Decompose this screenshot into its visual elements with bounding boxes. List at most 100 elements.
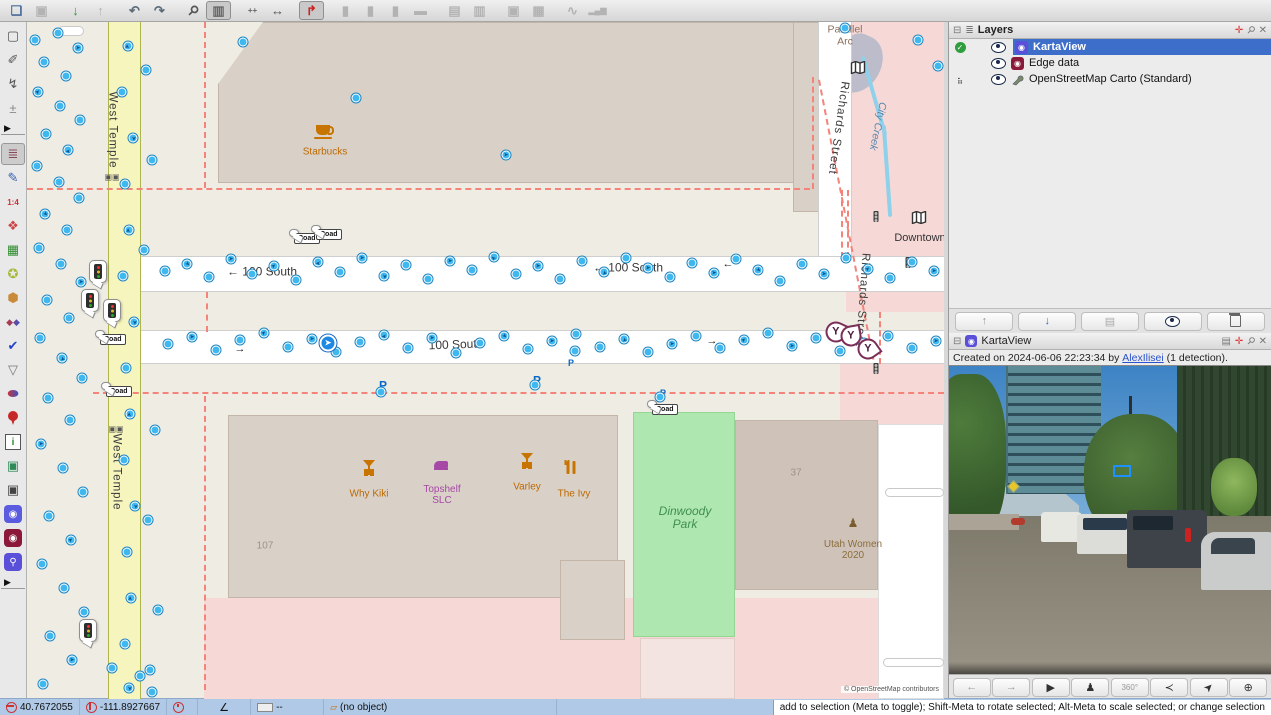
info-button[interactable]: i [1, 431, 25, 453]
photo-marker[interactable] [239, 38, 248, 47]
copy-image-icon[interactable]: ▤ [1221, 336, 1230, 347]
cluster-tool[interactable]: ⬢ [1, 287, 25, 309]
pin-icon[interactable]: ⚲ [1244, 24, 1257, 37]
layer-row-osm-carto[interactable]: ⣦ OpenStreetMap Carto (Standard) [949, 71, 1271, 87]
photo-marker[interactable] [841, 24, 850, 33]
photo-marker[interactable]: ➤ [68, 656, 77, 665]
photo-marker[interactable] [836, 347, 845, 356]
photo-marker[interactable] [842, 254, 851, 263]
photo-marker[interactable] [122, 364, 131, 373]
photo-marker[interactable]: ➤ [788, 342, 797, 351]
open-file-button[interactable]: ❏ [4, 1, 29, 20]
photo-marker[interactable] [60, 584, 69, 593]
terrace-tool-1-button[interactable]: ▮ [333, 1, 358, 20]
photo-marker[interactable] [644, 348, 653, 357]
notes-tool[interactable] [1, 407, 25, 429]
photo-marker[interactable]: ➤ [620, 335, 629, 344]
pegman-button[interactable]: ♟ [1071, 678, 1109, 697]
photo-marker[interactable] [148, 688, 157, 697]
terrace-tool-2-button[interactable]: ▮ [358, 1, 383, 20]
photo-marker[interactable] [468, 266, 477, 275]
photo-marker[interactable]: ➤ [754, 266, 763, 275]
map-canvas[interactable]: © OpenStreetMap contributors ← 100 South… [27, 22, 944, 699]
photo-marker[interactable] [66, 416, 75, 425]
photo-marker[interactable]: ➤ [125, 226, 134, 235]
angle-snap-button[interactable]: ↱ [299, 1, 324, 20]
sidebar-expander-bottom[interactable]: ▶ [1, 575, 25, 589]
photo-marker[interactable] [571, 347, 580, 356]
close-icon[interactable]: ✕ [1259, 25, 1267, 36]
parallel-way-tool[interactable]: ≣ [1, 143, 25, 165]
photo-marker[interactable]: ➤ [227, 255, 236, 264]
photo-info-button[interactable]: ▣ [1, 455, 25, 477]
road-bubble-marker[interactable]: Road [311, 225, 321, 233]
draw-node-tool[interactable]: ✐ [1, 49, 25, 71]
photo-marker[interactable] [908, 258, 917, 267]
download-data-button[interactable]: ↓ [63, 1, 88, 20]
photo-marker[interactable]: ➤ [34, 88, 43, 97]
sidebar-expander-top[interactable]: ▶ [1, 121, 25, 135]
filter-tool[interactable]: ▽ [1, 359, 25, 381]
photo-marker[interactable]: ➤ [41, 210, 50, 219]
upload-data-button[interactable]: ↑ [88, 1, 113, 20]
photo-marker[interactable] [776, 277, 785, 286]
photo-marker[interactable]: ➤ [131, 502, 140, 511]
paint-style-tool[interactable]: ⬬ [1, 383, 25, 405]
building-tool-button[interactable]: ▬ [408, 1, 433, 20]
share-button[interactable]: ≺ [1150, 678, 1188, 697]
photo-marker[interactable]: ➤ [864, 265, 873, 274]
detach-icon[interactable]: ✛ [1235, 336, 1243, 347]
photo-marker[interactable]: ➤ [380, 331, 389, 340]
zoom-mode-tool[interactable]: ± [1, 97, 25, 119]
photo-marker[interactable] [205, 273, 214, 282]
photo-marker[interactable]: ➤ [534, 262, 543, 271]
photo-marker[interactable]: ➤ [64, 146, 73, 155]
photo-marker[interactable]: ➤ [130, 318, 139, 327]
photo-marker[interactable] [44, 394, 53, 403]
photo-marker[interactable] [142, 66, 151, 75]
photo-marker[interactable] [284, 343, 293, 352]
photo-marker[interactable]: ➤ [124, 42, 133, 51]
photo-marker[interactable]: ➤ [930, 267, 939, 276]
photo-marker[interactable]: ➤ [67, 536, 76, 545]
photo-marker[interactable] [402, 261, 411, 270]
road-bubble-marker[interactable]: Road [95, 330, 105, 338]
photo-marker[interactable]: ➤ [446, 257, 455, 266]
kartaview-detections-button[interactable]: ◉ [1, 527, 25, 549]
photo-marker[interactable] [352, 94, 361, 103]
layer-row-kartaview[interactable]: ✓ ◉ KartaView [949, 39, 1271, 55]
photo-marker[interactable] [62, 72, 71, 81]
play-sequence-button[interactable]: ▶ [1032, 678, 1070, 697]
visibility-eye-icon[interactable] [991, 42, 1006, 53]
photo-marker[interactable] [556, 275, 565, 284]
open-web-button[interactable]: ⊕ [1229, 678, 1267, 697]
detach-icon[interactable]: ✛ [1235, 25, 1243, 36]
photo-marker[interactable]: ➤ [314, 258, 323, 267]
photo-marker[interactable] [78, 374, 87, 383]
photo-marker[interactable] [79, 488, 88, 497]
photo-marker[interactable] [914, 36, 923, 45]
photo-marker[interactable] [812, 334, 821, 343]
preferences-button[interactable]: ▥ [206, 1, 231, 20]
photo-marker[interactable] [35, 244, 44, 253]
photo-marker[interactable]: ➤ [270, 262, 279, 271]
photo-marker[interactable] [75, 194, 84, 203]
photo-marker[interactable] [136, 672, 145, 681]
kartaview-button[interactable]: ⚲ [1, 551, 25, 573]
nodes-diamond-tool[interactable]: ◆◆ [1, 311, 25, 333]
photo-marker[interactable] [886, 274, 895, 283]
photo-marker[interactable] [65, 314, 74, 323]
photo-marker[interactable] [622, 254, 631, 263]
comment-tool[interactable]: ✪ [1, 263, 25, 285]
photo-marker[interactable]: ➤ [58, 354, 67, 363]
photo-marker[interactable]: ➤ [37, 440, 46, 449]
photo-marker[interactable] [404, 344, 413, 353]
photo-marker[interactable]: ➤ [188, 333, 197, 342]
photo-marker[interactable] [666, 273, 675, 282]
histogram-tool-button[interactable]: ▂▄▆ [585, 1, 610, 20]
collapse-icon[interactable]: ⊟ [953, 25, 961, 36]
layer-row-edge-data[interactable]: ◉ Edge data [949, 55, 1271, 71]
rotate-360-button[interactable]: 360° [1111, 678, 1149, 697]
photo-marker[interactable] [118, 88, 127, 97]
photo-marker[interactable] [108, 664, 117, 673]
